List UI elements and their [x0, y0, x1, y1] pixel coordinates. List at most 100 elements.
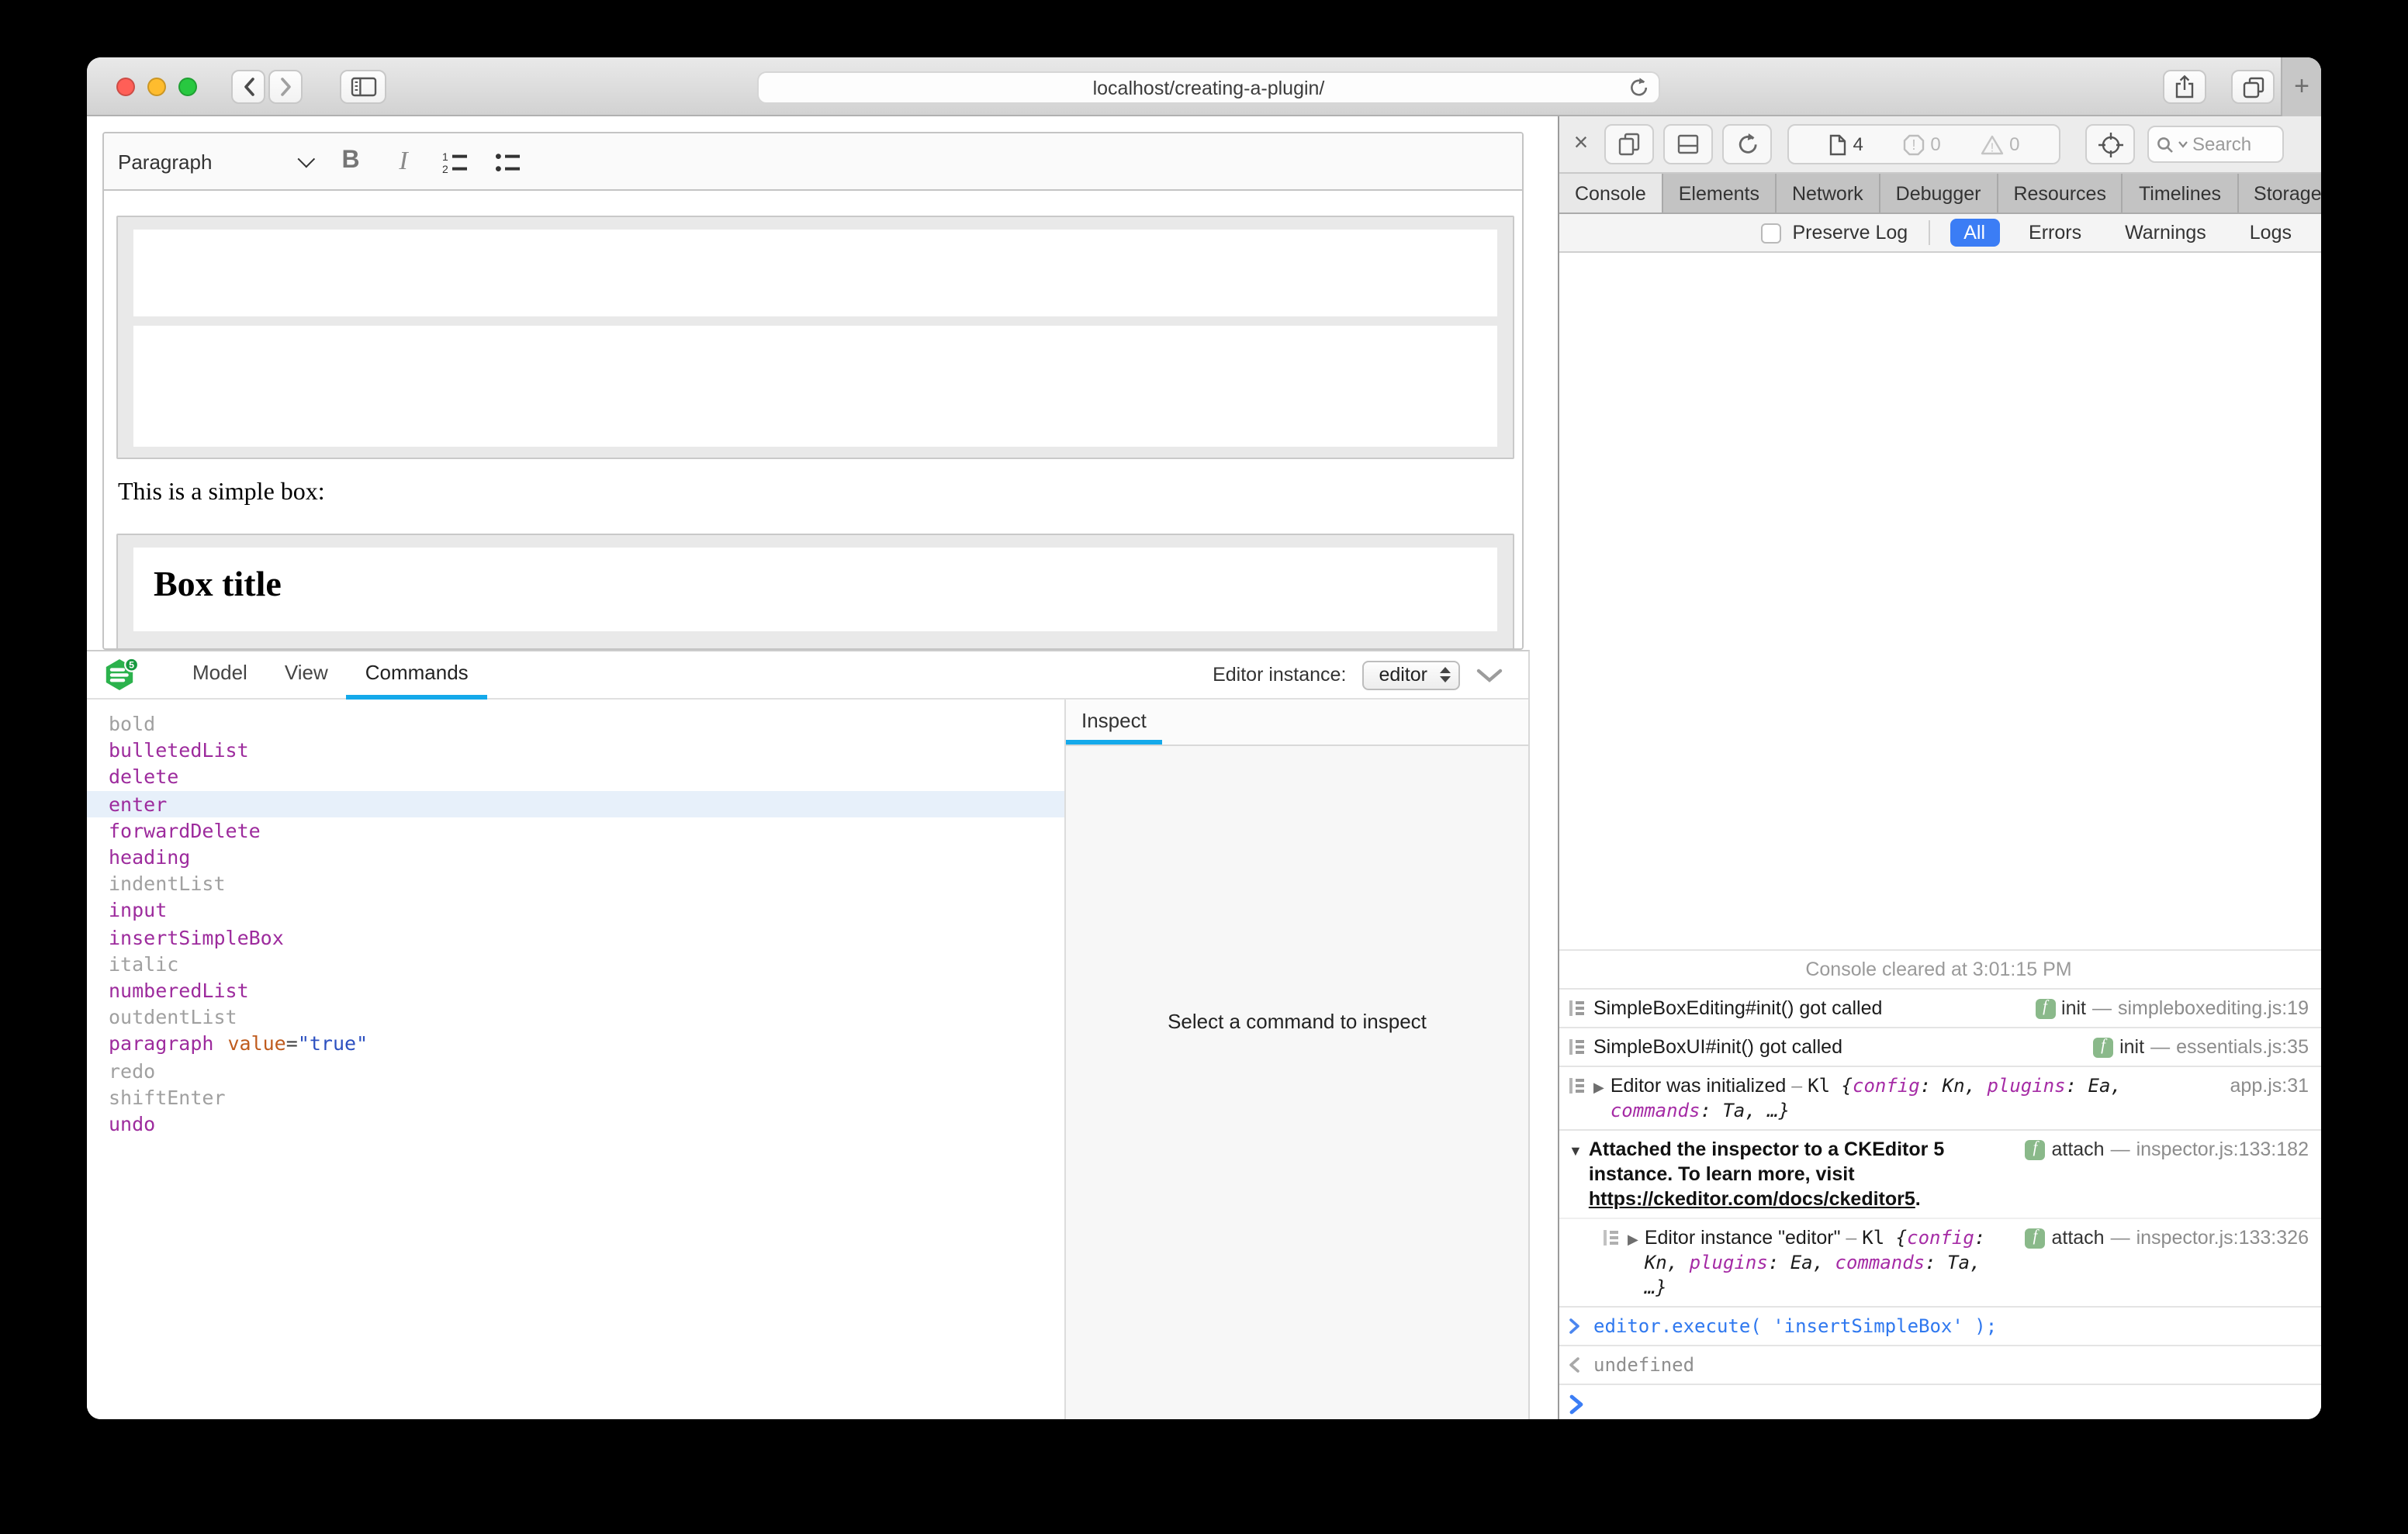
simple-box-widget[interactable]: Box title	[116, 534, 1514, 650]
console-cleared-row: Console cleared at 3:01:15 PM	[1559, 949, 2321, 988]
command-item[interactable]: enter	[87, 790, 1064, 817]
command-item[interactable]: redo	[87, 1057, 1064, 1083]
reload-button[interactable]	[1626, 76, 1649, 101]
command-item[interactable]: input	[87, 897, 1064, 924]
console-prompt[interactable]	[1559, 1384, 2321, 1419]
command-item[interactable]: delete	[87, 764, 1064, 790]
command-item[interactable]: shiftEnter	[87, 1083, 1064, 1110]
svg-text:!: !	[1912, 136, 1916, 152]
inspector-tab[interactable]: Console	[1559, 174, 1663, 212]
console-filter-option[interactable]: Errors	[2015, 219, 2095, 247]
issues-summary[interactable]: 4 ! 0 ! 0	[1787, 124, 2060, 164]
dock-bottom-icon	[1676, 132, 1700, 157]
inspector-tab[interactable]: Timelines	[2123, 174, 2238, 212]
simple-box-title-field[interactable]	[133, 230, 1497, 316]
forward-button[interactable]	[268, 69, 303, 103]
console-filter-option[interactable]: Logs	[2236, 219, 2306, 247]
command-item[interactable]: paragraph value="true"	[87, 1031, 1064, 1057]
console-log-row: SimpleBoxUI#init() got called f init — e…	[1559, 1027, 2321, 1066]
numbered-list-button[interactable]: 12	[444, 150, 469, 173]
close-window-button[interactable]	[116, 77, 135, 95]
dock-bottom-button[interactable]	[1663, 124, 1713, 164]
command-item[interactable]: undo	[87, 1111, 1064, 1137]
ck-inspector-tab[interactable]: View	[266, 651, 347, 699]
command-inspect-pane: Inspect Select a command to inspect	[1066, 700, 1528, 1419]
ck-inspector-tabs: Model View Commands	[174, 651, 487, 699]
disclosure-triangle-icon[interactable]: ▶	[1628, 1227, 1638, 1252]
simple-box-description-field[interactable]	[133, 326, 1497, 447]
detach-inspector-button[interactable]	[1604, 124, 1654, 164]
result-chevron-icon	[1569, 1357, 1589, 1373]
command-item[interactable]: forwardDelete	[87, 817, 1064, 844]
inspector-tab[interactable]: Debugger	[1880, 174, 1998, 212]
bold-button[interactable]: B	[338, 147, 363, 175]
preserve-log-label: Preserve Log	[1793, 222, 1908, 244]
console-log-row-expandable: ▶ Editor was initialized – Kl {config: K…	[1559, 1066, 2321, 1129]
source-location-link[interactable]: inspector.js:133:182	[2136, 1137, 2309, 1162]
command-item[interactable]: heading	[87, 844, 1064, 870]
minimize-window-button[interactable]	[147, 77, 166, 95]
ck-inspector-tab[interactable]: Commands	[347, 651, 487, 699]
warning-icon: !	[1980, 133, 2005, 156]
console-filter-option[interactable]: All	[1950, 219, 1999, 247]
inspector-tab[interactable]: Elements	[1663, 174, 1777, 212]
inspector-tab-bar: Console Elements Network Debugger	[1559, 174, 2321, 214]
console-filter-option[interactable]: Warnings	[2111, 219, 2220, 247]
tab-inspect[interactable]: Inspect	[1066, 700, 1162, 745]
disclosure-triangle-icon[interactable]: ▶	[1593, 1075, 1604, 1100]
command-item[interactable]: outdentList	[87, 1004, 1064, 1030]
command-item[interactable]: bulletedList	[87, 737, 1064, 763]
detach-icon	[1617, 132, 1642, 157]
collapse-panel-button[interactable]	[1476, 666, 1503, 683]
inspector-tab[interactable]: Network	[1777, 174, 1880, 212]
sidebar-toggle-button[interactable]	[340, 69, 386, 103]
console-log-child-row: ▶ Editor instance "editor" – Kl {config:…	[1559, 1218, 2321, 1306]
simple-box-widget-empty[interactable]	[116, 216, 1514, 459]
ck-inspector-tab[interactable]: Model	[174, 651, 266, 699]
reload-icon	[1735, 132, 1759, 157]
error-icon: !	[1902, 133, 1925, 156]
command-item[interactable]: numberedList	[87, 977, 1064, 1004]
warning-count: 0	[2009, 133, 2019, 155]
source-location-link[interactable]: simpleboxediting.js:19	[2118, 996, 2309, 1021]
select-arrows-icon	[1438, 665, 1452, 684]
command-item[interactable]: italic	[87, 950, 1064, 976]
editor-instance-select[interactable]: editor	[1361, 660, 1460, 689]
command-item[interactable]: bold	[87, 710, 1064, 737]
editor-content[interactable]: This is a simple box: Box title	[104, 191, 1522, 650]
command-item[interactable]: indentList	[87, 870, 1064, 897]
zoom-window-button[interactable]	[178, 77, 197, 95]
source-location-link[interactable]: essentials.js:35	[2176, 1035, 2309, 1059]
resource-count: 4	[1853, 133, 1863, 155]
svg-text:!: !	[1991, 141, 1994, 154]
inspector-search-field[interactable]	[2147, 126, 2284, 163]
search-options-chevron-icon	[2178, 140, 2188, 148]
simple-box-title-field[interactable]: Box title	[133, 548, 1497, 631]
back-button[interactable]	[231, 69, 265, 103]
source-location-link[interactable]: app.js:31	[2230, 1073, 2309, 1098]
address-bar[interactable]: localhost/creating-a-plugin/	[757, 71, 1660, 104]
search-input[interactable]	[2192, 133, 2276, 155]
inspector-tab[interactable]: Resources	[1998, 174, 2123, 212]
tab-overview-button[interactable]	[2231, 70, 2275, 104]
function-badge-icon: f	[2093, 1037, 2113, 1057]
element-picker-button[interactable]	[2085, 124, 2135, 164]
paragraph-dropdown[interactable]: Paragraph	[118, 150, 310, 173]
inspect-placeholder: Select a command to inspect	[1066, 746, 1528, 1419]
italic-button[interactable]: I	[391, 146, 416, 177]
preserve-log-checkbox[interactable]	[1762, 223, 1782, 243]
reload-page-button[interactable]	[1722, 124, 1772, 164]
console-log-icon	[1603, 1228, 1623, 1247]
share-button[interactable]	[2163, 70, 2206, 104]
command-item[interactable]: insertSimpleBox	[87, 924, 1064, 950]
ckeditor-logo-icon: 5	[102, 657, 140, 693]
bulleted-list-button[interactable]	[496, 150, 521, 173]
disclosure-triangle-open-icon[interactable]: ▼	[1569, 1138, 1583, 1163]
svg-text:5: 5	[129, 659, 134, 670]
new-tab-button[interactable]: +	[2281, 57, 2321, 116]
console-filter-bar: Preserve Log All Errors Warnings	[1559, 214, 2321, 253]
function-badge-icon: f	[2025, 1228, 2045, 1248]
inspector-tab[interactable]: Storage	[2238, 174, 2321, 212]
source-location-link[interactable]: inspector.js:133:326	[2136, 1225, 2309, 1250]
close-inspector-button[interactable]: ×	[1567, 130, 1595, 158]
